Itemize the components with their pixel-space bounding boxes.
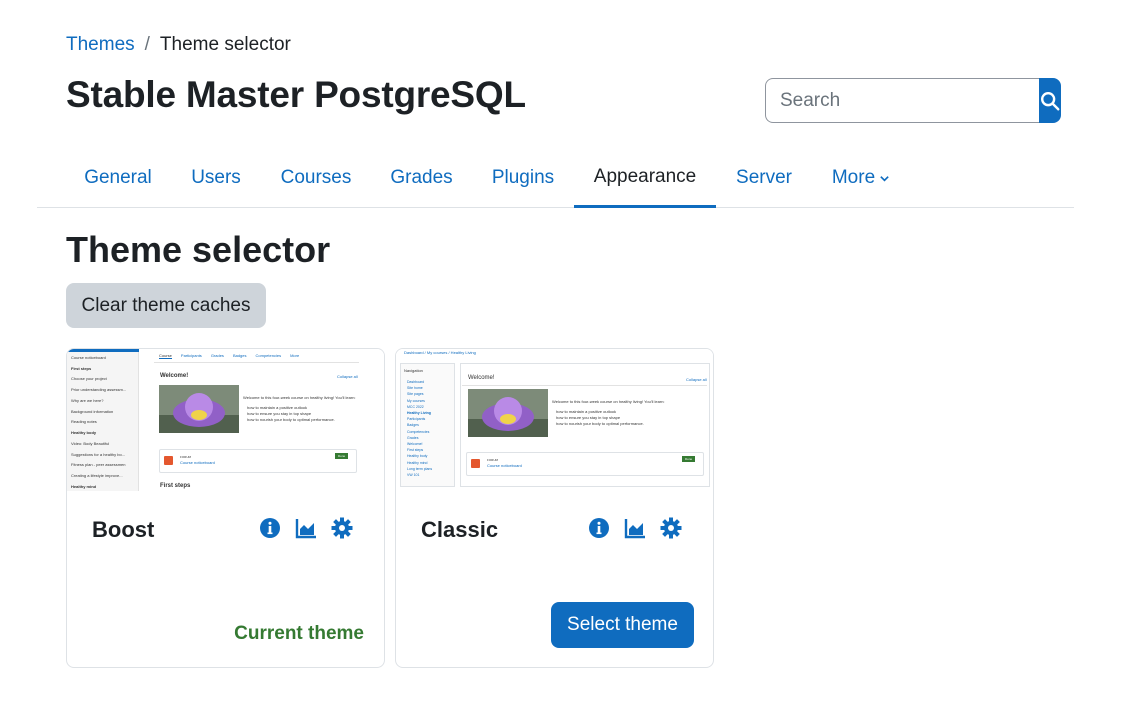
- lotus-image: [468, 389, 548, 437]
- preview-sidebar-item: Fitness plan - peer assessmen: [71, 462, 126, 467]
- boost-preview-activity: FORUM Course noticeboard Done: [159, 449, 357, 473]
- preview-sidebar-item: Choose your project: [71, 376, 107, 381]
- breadcrumb-separator: /: [144, 34, 150, 55]
- preview-sidebar-item: First steps: [71, 366, 92, 371]
- breadcrumb-themes-link[interactable]: Themes: [66, 34, 135, 56]
- gear-icon[interactable]: [331, 517, 353, 539]
- select-theme-button[interactable]: Select theme: [551, 602, 694, 648]
- theme-card-classic: Dashboard / My courses / Healthy Living …: [395, 348, 714, 668]
- classic-theme-actions: [588, 517, 682, 539]
- theme-name-classic: Classic: [421, 517, 499, 542]
- tab-users[interactable]: Users: [171, 148, 261, 208]
- page-heading: Theme selector: [66, 229, 331, 270]
- admin-nav-tabs: General Users Courses Grades Plugins App…: [37, 148, 1074, 208]
- preview-sidebar-item: Creating a lifestyle improve...: [71, 473, 123, 478]
- preview-sidebar-item: Why are we here?: [71, 398, 104, 403]
- theme-card-boost: Course noticeboard First steps Choose yo…: [66, 348, 385, 668]
- boost-theme-actions: [259, 517, 353, 539]
- tab-grades[interactable]: Grades: [371, 148, 472, 208]
- tab-appearance[interactable]: Appearance: [574, 148, 716, 208]
- theme-name-boost: Boost: [92, 517, 155, 542]
- site-title: Stable Master PostgreSQL: [66, 74, 526, 115]
- preview-sidebar-item: Background information: [71, 409, 114, 414]
- preview-sidebar-item: Prior understanding assessm...: [71, 387, 127, 392]
- clear-theme-caches-button[interactable]: Clear theme caches: [66, 283, 266, 328]
- tab-general[interactable]: General: [66, 148, 170, 208]
- boost-preview-section: Welcome!: [160, 373, 189, 379]
- preview-sidebar-item: Video: Body Beautiful: [71, 441, 110, 446]
- classic-theme-preview: Dashboard / My courses / Healthy Living …: [396, 349, 713, 491]
- tab-plugins[interactable]: Plugins: [472, 148, 574, 208]
- lotus-image: [159, 385, 239, 433]
- tab-more[interactable]: More: [812, 148, 910, 208]
- breadcrumb: Themes / Theme selector: [66, 34, 291, 56]
- preview-sidebar-item: Reading notes: [71, 419, 97, 424]
- chart-icon[interactable]: [295, 517, 317, 539]
- boost-preview-tabs: Course Participants Grades Badges Compet…: [159, 353, 300, 359]
- classic-preview-activity: FORUM Course noticeboard Done: [466, 452, 704, 476]
- breadcrumb-current: Theme selector: [159, 34, 291, 55]
- search-input[interactable]: [765, 78, 1039, 123]
- tab-courses[interactable]: Courses: [261, 148, 371, 208]
- preview-sidebar-item: Suggestions for a healthy bo...: [71, 452, 126, 457]
- preview-sidebar-item: Healthy body: [71, 430, 97, 435]
- preview-sidebar-item: Course noticeboard: [71, 355, 106, 360]
- boost-theme-preview: Course noticeboard First steps Choose yo…: [67, 349, 384, 491]
- search-button[interactable]: [1039, 78, 1061, 123]
- classic-preview-navblock: Navigation Dashboard Site home Site page…: [400, 363, 455, 487]
- tab-more-label: More: [831, 167, 876, 188]
- gear-icon[interactable]: [660, 517, 682, 539]
- current-theme-label: Current theme: [234, 623, 364, 644]
- search-form: [765, 78, 1061, 123]
- boost-preview-sidebar: Course noticeboard First steps Choose yo…: [67, 349, 139, 491]
- preview-sidebar-item: Healthy mind: [71, 484, 97, 489]
- tab-server[interactable]: Server: [716, 148, 812, 208]
- info-icon[interactable]: [259, 517, 281, 539]
- info-icon[interactable]: [588, 517, 610, 539]
- search-icon: [1041, 91, 1060, 110]
- chevron-down-icon: [879, 173, 890, 184]
- chart-icon[interactable]: [624, 517, 646, 539]
